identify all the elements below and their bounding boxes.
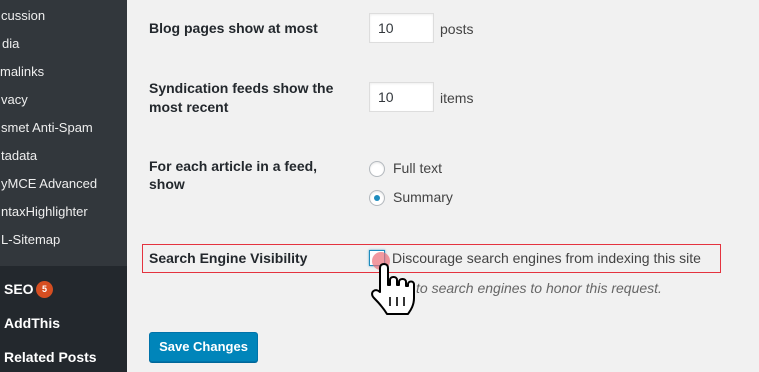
feed-article-label-line1: For each article in a feed, [149, 158, 318, 174]
search-engine-visibility-label: Search Engine Visibility [149, 250, 308, 266]
feed-items-input[interactable] [369, 82, 434, 112]
hand-pointer-icon [371, 263, 415, 315]
submenu-label: ntaxHighlighter [1, 204, 88, 219]
full-text-radio[interactable] [369, 161, 385, 177]
submenu-label: vacy [1, 92, 28, 107]
admin-sidebar: cussion dia malinks vacy smet Anti-Spam … [0, 0, 127, 372]
submenu-label: L-Sitemap [1, 232, 61, 247]
submenu-item-discussion[interactable]: cussion [0, 2, 127, 30]
syndication-label-line1: Syndication feeds show the [149, 80, 334, 96]
sidebar-item-label: Related Posts [4, 349, 97, 365]
visibility-description: to search engines to honor this request. [416, 280, 662, 296]
blog-pages-label: Blog pages show at most [149, 20, 318, 36]
submenu-item-privacy[interactable]: vacy [0, 86, 127, 114]
submenu-label: tadata [1, 148, 38, 163]
submenu-item-media[interactable]: dia [0, 30, 127, 58]
sidebar-item-label: AddThis [4, 315, 60, 331]
sidebar-item-addthis[interactable]: AddThis [0, 306, 127, 340]
reading-settings-form: Blog pages show at most posts Syndicatio… [127, 0, 759, 372]
submenu-item-syntaxhighlighter[interactable]: ntaxHighlighter [0, 198, 127, 226]
syndication-label-line2: most recent [149, 99, 229, 115]
submenu-label: cussion [1, 8, 46, 23]
feed-article-label-line2: show [149, 176, 185, 192]
summary-radio[interactable] [369, 190, 385, 206]
update-count-badge: 5 [36, 281, 53, 298]
submenu-item-metadata[interactable]: tadata [0, 142, 127, 170]
sidebar-item-related-posts[interactable]: Related Posts [0, 340, 127, 372]
submenu-item-tinymce[interactable]: yMCE Advanced [0, 170, 127, 198]
sidebar-item-seo[interactable]: SEO 5 [0, 272, 127, 306]
submenu-label: malinks [0, 64, 45, 79]
posts-unit-label: posts [440, 21, 474, 37]
submenu-label: dia [2, 36, 20, 51]
submenu-item-akismet[interactable]: smet Anti-Spam [0, 114, 127, 142]
sidebar-item-label: SEO [4, 281, 34, 297]
summary-label[interactable]: Summary [393, 188, 453, 207]
items-unit-label: items [440, 90, 474, 106]
full-text-label[interactable]: Full text [393, 159, 442, 178]
posts-per-page-input[interactable] [369, 13, 434, 43]
discourage-indexing-label[interactable]: Discourage search engines from indexing … [392, 249, 701, 268]
submenu-item-permalinks[interactable]: malinks [0, 58, 127, 86]
save-changes-button[interactable]: Save Changes [149, 332, 258, 362]
submenu-label: yMCE Advanced [1, 176, 98, 191]
radio-selected-dot [374, 195, 380, 201]
settings-submenu: cussion dia malinks vacy smet Anti-Spam … [0, 0, 127, 266]
submenu-label: smet Anti-Spam [1, 120, 93, 135]
submenu-item-xml-sitemap[interactable]: L-Sitemap [0, 226, 127, 254]
